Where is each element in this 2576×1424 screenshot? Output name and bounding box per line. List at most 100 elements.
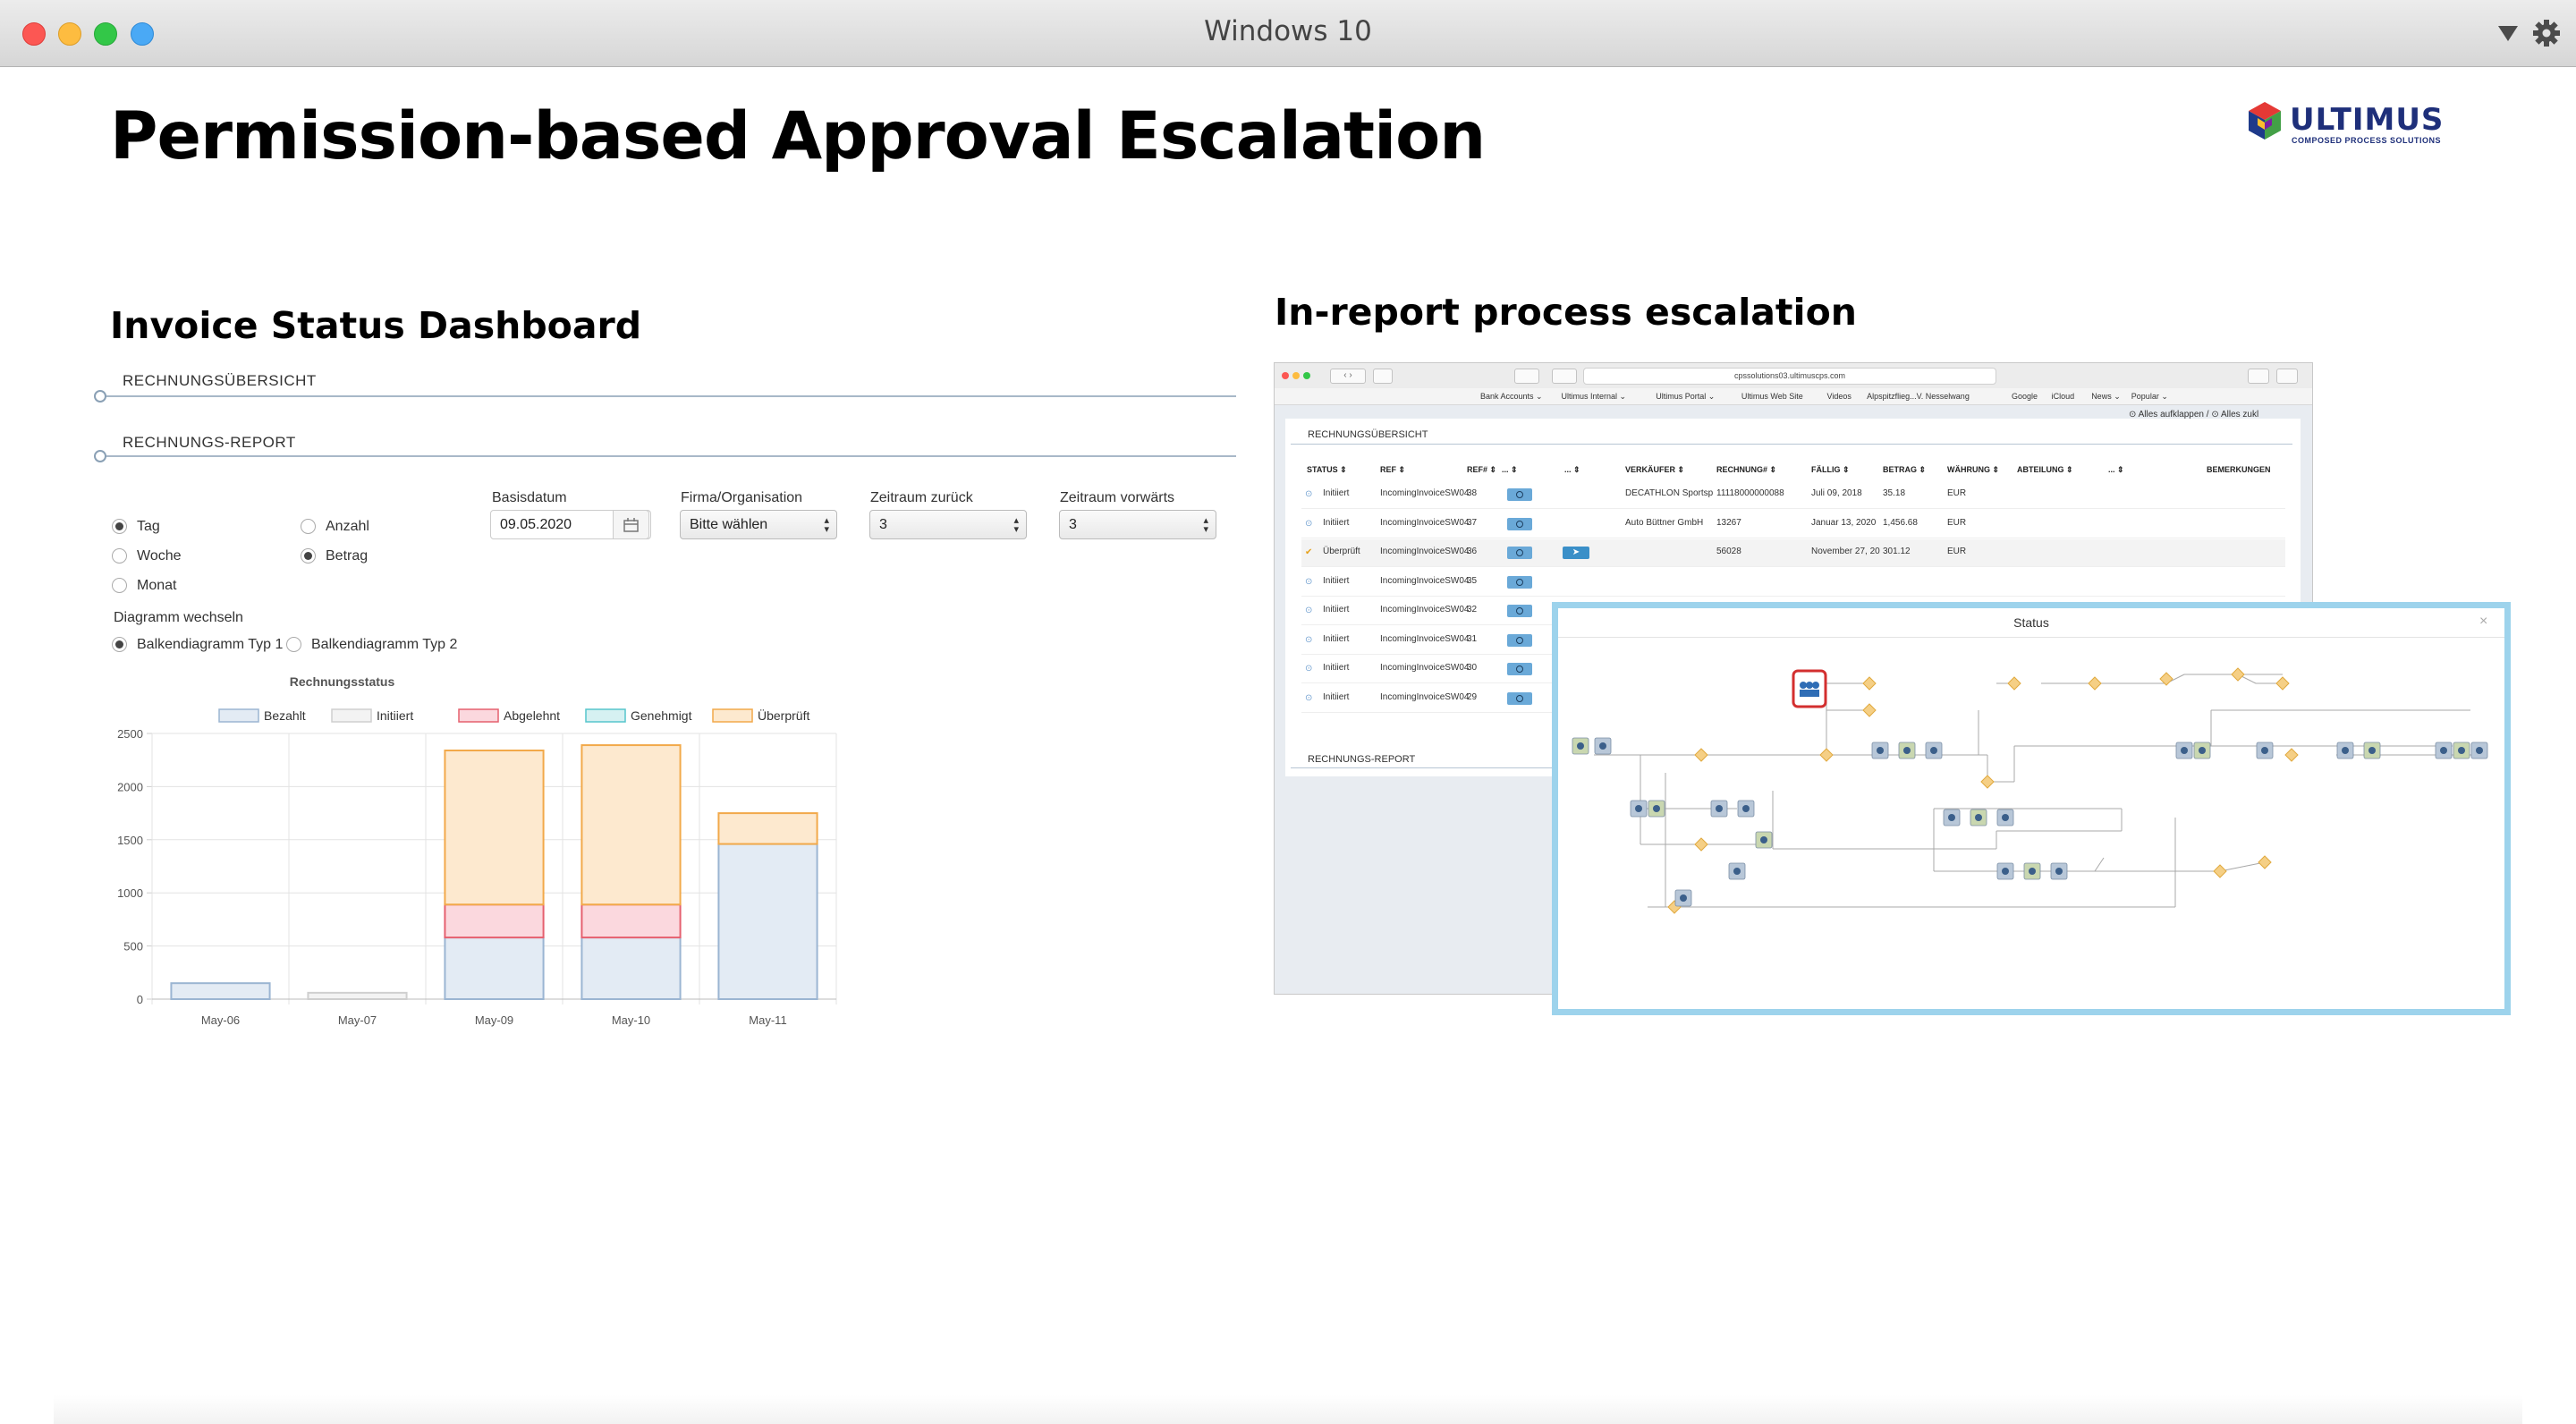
escalation-highlight-node[interactable]: [1792, 669, 1827, 708]
section-handle[interactable]: [94, 390, 106, 403]
bookmark-item[interactable]: Ultimus Internal ⌄: [1562, 392, 1627, 402]
decision-node[interactable]: [2284, 748, 2299, 762]
activity-node[interactable]: [1737, 800, 1755, 818]
bar-segment-abgelehnt[interactable]: [444, 903, 545, 939]
zeitraum-vorwaerts-select[interactable]: 3 ▴ ▾: [1059, 510, 1216, 539]
bookmark-item[interactable]: iCloud: [2052, 392, 2075, 401]
activity-node[interactable]: [2175, 742, 2193, 759]
activity-node[interactable]: [2023, 862, 2041, 880]
bar-segment-initiiert[interactable]: [307, 991, 408, 1001]
radio-monat[interactable]: [112, 578, 127, 593]
column-header[interactable]: REF ⇕: [1380, 465, 1405, 475]
radio-anzahl[interactable]: [301, 519, 316, 534]
column-header[interactable]: STATUS ⇕: [1307, 465, 1347, 475]
address-bar[interactable]: cpssolutions03.ultimuscps.com: [1583, 368, 1996, 385]
activity-node[interactable]: [2256, 742, 2274, 759]
decision-node[interactable]: [2275, 676, 2290, 691]
activity-node[interactable]: [2050, 862, 2068, 880]
grid-view-icon[interactable]: [1514, 369, 1539, 384]
activity-node[interactable]: [1925, 742, 1943, 759]
legend-item[interactable]: Bezahlt: [218, 708, 306, 723]
print-icon[interactable]: [1552, 369, 1577, 384]
column-header[interactable]: FÄLLIG ⇕: [1811, 465, 1850, 475]
send-icon[interactable]: ➤: [1563, 547, 1589, 559]
column-header[interactable]: REF# ⇕: [1467, 465, 1496, 475]
bar-segment-bezahlt[interactable]: [444, 937, 545, 1001]
activity-node[interactable]: [2453, 742, 2470, 759]
bookmark-item[interactable]: Google: [2012, 392, 2038, 401]
bookmark-item[interactable]: Ultimus Web Site: [1741, 392, 1803, 401]
legend-item[interactable]: Initiiert: [331, 708, 413, 723]
radio-woche[interactable]: [112, 548, 127, 564]
decision-node[interactable]: [1694, 748, 1708, 762]
search-icon[interactable]: [1507, 488, 1532, 501]
activity-node[interactable]: [2470, 742, 2488, 759]
section-handle[interactable]: [94, 450, 106, 462]
decision-node[interactable]: [1862, 676, 1877, 691]
column-header[interactable]: ... ⇕: [1502, 465, 1518, 475]
bar-segment-überprüft[interactable]: [444, 750, 545, 906]
bar-segment-bezahlt[interactable]: [717, 843, 818, 1000]
radio-betrag[interactable]: [301, 548, 316, 564]
decision-node[interactable]: [2213, 864, 2227, 878]
column-header[interactable]: VERKÄUFER ⇕: [1625, 465, 1684, 475]
activity-node[interactable]: [1898, 742, 1916, 759]
activity-node[interactable]: [1572, 737, 1589, 755]
tabs-icon[interactable]: [2276, 369, 2298, 384]
activity-node[interactable]: [1970, 809, 1987, 826]
search-icon[interactable]: [1507, 605, 1532, 617]
section-rechnungsuebersicht[interactable]: RECHNUNGSÜBERSICHT: [123, 372, 317, 390]
report-section-report[interactable]: RECHNUNGS-REPORT: [1308, 754, 1415, 765]
activity-node[interactable]: [1996, 862, 2014, 880]
activity-node[interactable]: [1630, 800, 1648, 818]
search-icon[interactable]: [1507, 691, 1532, 705]
column-header[interactable]: BEMERKUNGEN: [2207, 465, 2271, 474]
calendar-button[interactable]: [613, 510, 649, 539]
decision-node[interactable]: [1694, 837, 1708, 852]
bookmark-item[interactable]: Ultimus Portal ⌄: [1656, 392, 1715, 402]
activity-node[interactable]: [1594, 737, 1612, 755]
search-icon[interactable]: [1507, 633, 1532, 647]
activity-node[interactable]: [1648, 800, 1665, 818]
decision-node[interactable]: [1862, 703, 1877, 717]
bar-segment-bezahlt[interactable]: [580, 937, 682, 1001]
activity-node[interactable]: [1674, 889, 1692, 907]
browser-minimize-button[interactable]: [1292, 372, 1300, 379]
table-row[interactable]: ✔ Überprüft IncomingInvoiceSW04 36 56028 Nove…: [1301, 539, 2285, 567]
search-icon[interactable]: [1507, 547, 1532, 559]
bookmark-item[interactable]: News ⌄: [2091, 392, 2121, 402]
search-icon[interactable]: [1507, 517, 1532, 530]
legend-item[interactable]: Genehmigt: [585, 708, 692, 723]
bookmark-item[interactable]: Alpspitzflieg...V. Nesselwang: [1867, 392, 1970, 401]
decision-node[interactable]: [2007, 676, 2021, 691]
table-row[interactable]: ⊙ Initiiert IncomingInvoiceSW04 38 DECATHLON…: [1301, 481, 2285, 509]
activity-node[interactable]: [1943, 809, 1961, 826]
activity-node[interactable]: [1755, 831, 1773, 849]
sidebar-toggle-icon[interactable]: [1373, 369, 1393, 384]
zeitraum-zurueck-select[interactable]: 3 ▴ ▾: [869, 510, 1027, 539]
legend-item[interactable]: Abgelehnt: [458, 708, 560, 723]
bar-segment-überprüft[interactable]: [580, 744, 682, 906]
activity-node[interactable]: [1871, 742, 1889, 759]
radio-balken-typ1[interactable]: [112, 637, 127, 652]
activity-node[interactable]: [2193, 742, 2211, 759]
search-icon[interactable]: [1507, 663, 1532, 675]
column-header[interactable]: WÄHRUNG ⇕: [1947, 465, 1999, 475]
browser-close-button[interactable]: [1282, 372, 1289, 379]
table-row[interactable]: ⊙ Initiiert IncomingInvoiceSW04 37 Auto Bütt…: [1301, 511, 2285, 538]
search-icon[interactable]: [1507, 575, 1532, 589]
column-header[interactable]: ... ⇕: [1564, 465, 1580, 475]
decision-node[interactable]: [1980, 775, 1995, 789]
activity-node[interactable]: [1710, 800, 1728, 818]
column-header[interactable]: ABTEILUNG ⇕: [2017, 465, 2073, 475]
decision-node[interactable]: [2231, 667, 2245, 682]
bar-segment-überprüft[interactable]: [717, 812, 818, 845]
back-forward-buttons[interactable]: ‹ ›: [1330, 369, 1366, 384]
gear-icon[interactable]: [2531, 18, 2562, 48]
section-rechnungs-report[interactable]: RECHNUNGS-REPORT: [123, 434, 296, 452]
activity-node[interactable]: [2435, 742, 2453, 759]
radio-balken-typ2[interactable]: [286, 637, 301, 652]
table-row[interactable]: ⊙ Initiiert IncomingInvoiceSW04 35: [1301, 569, 2285, 597]
bookmark-item[interactable]: Bank Accounts ⌄: [1480, 392, 1543, 402]
modal-close-button[interactable]: ×: [2479, 614, 2487, 630]
